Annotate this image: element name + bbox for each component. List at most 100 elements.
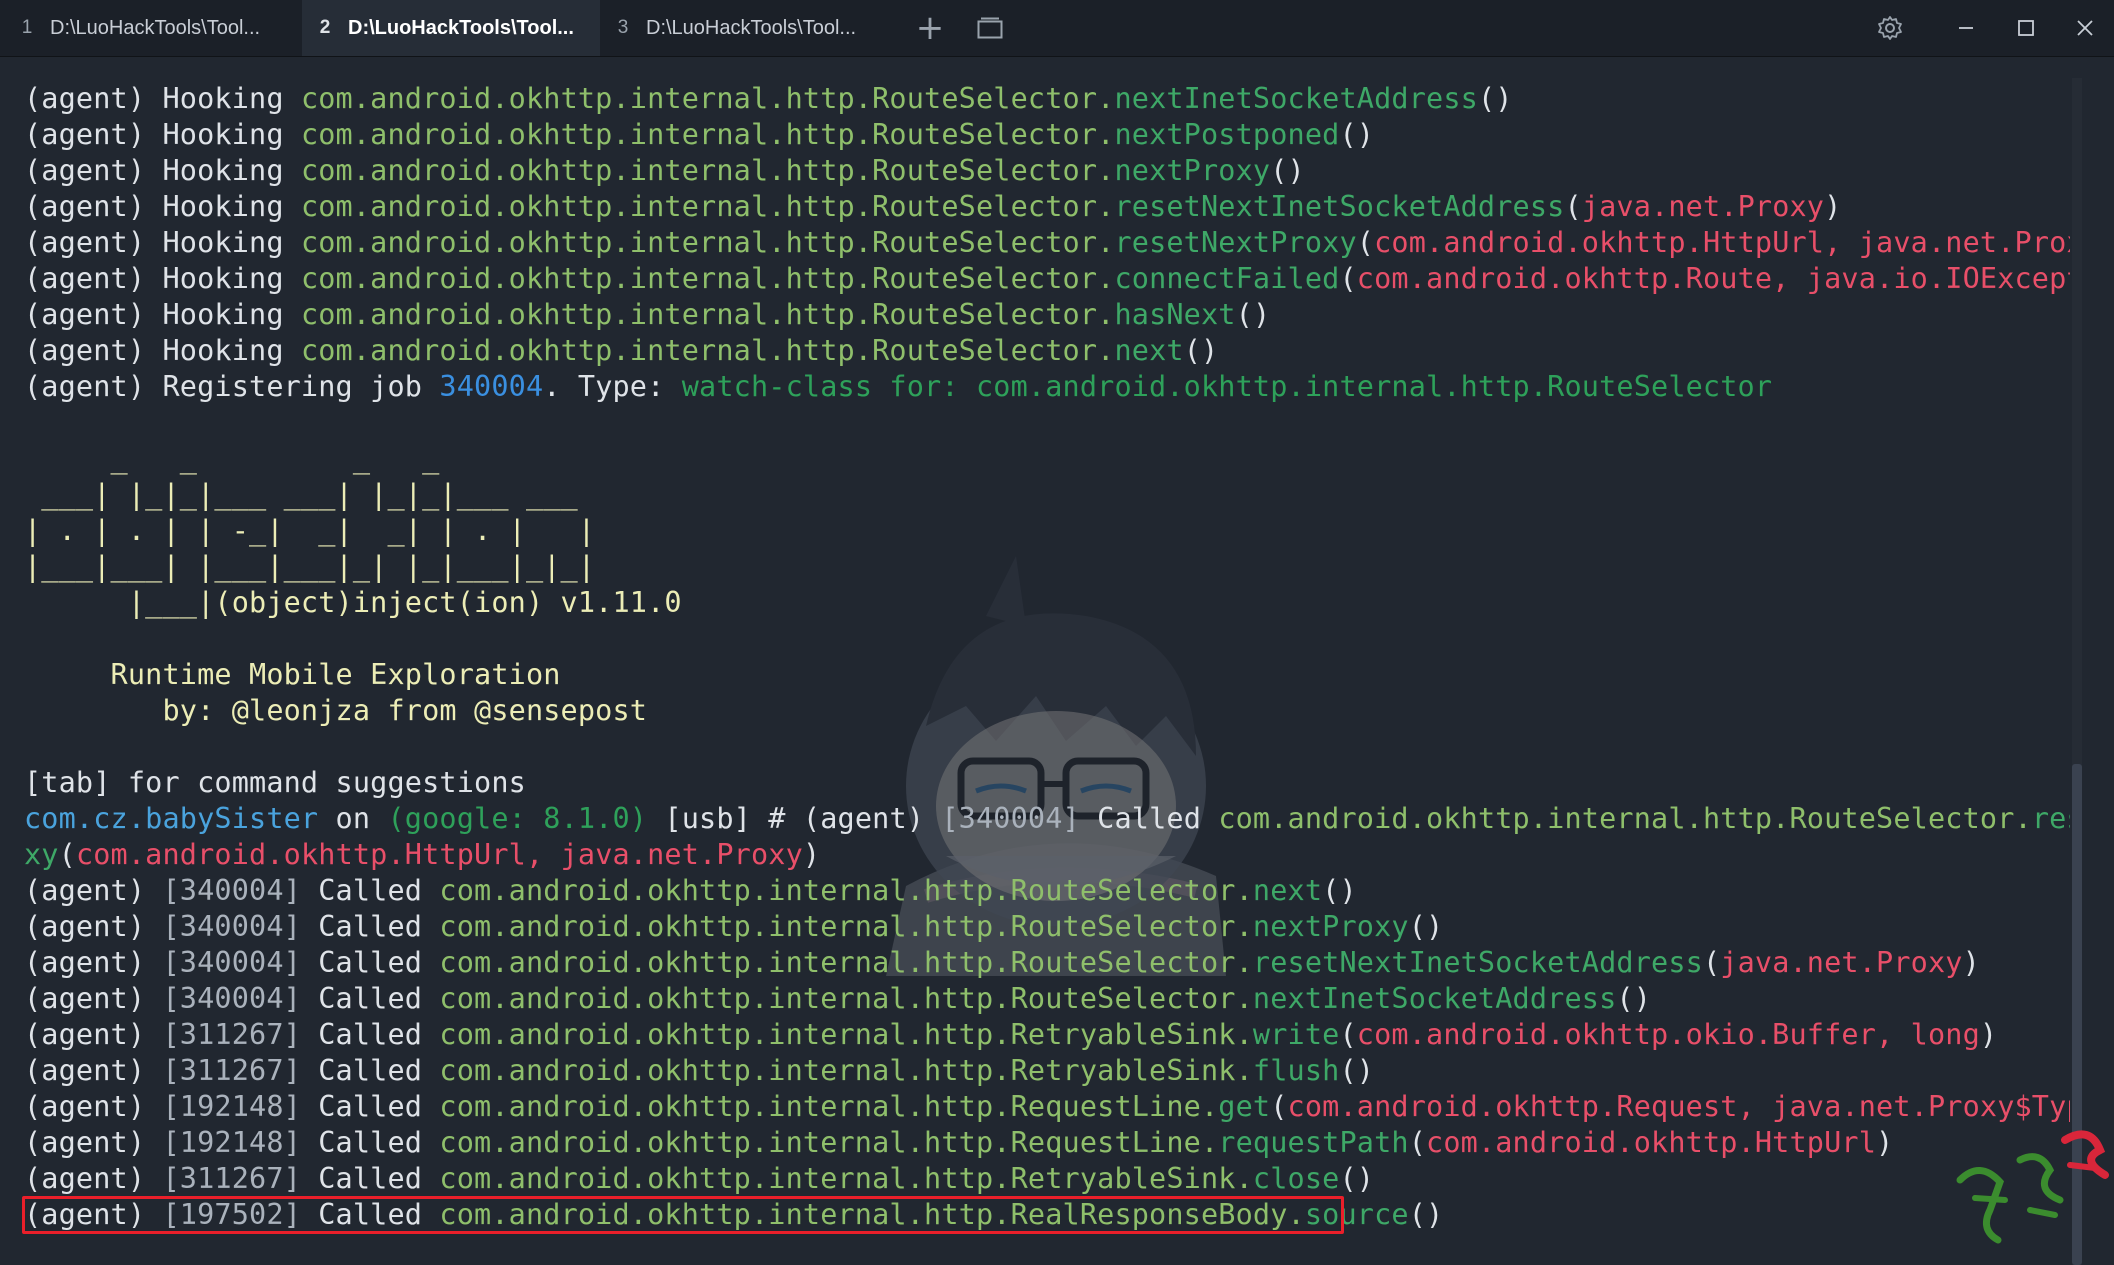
class-name: RetryableSink. (1010, 1054, 1253, 1087)
package-name: com.android.okhttp.internal.http. (300, 190, 873, 223)
agent-prefix: (agent) (24, 1090, 163, 1123)
hook-line: (agent) Hooking com.android.okhttp.inter… (24, 298, 1271, 331)
class-name: com.android.okhttp.internal.http.RouteSe… (1218, 802, 2032, 835)
maximize-button[interactable] (1996, 0, 2056, 56)
banner-tagline: Runtime Mobile Exploration (24, 658, 561, 691)
class-name: RouteSelector. (872, 154, 1115, 187)
agent-prefix: (agent) (24, 946, 163, 979)
prompt-line: com.cz.babySister on (google: 8.1.0) [us… (24, 801, 2070, 837)
terminal-output[interactable]: (agent) Hooking com.android.okhttp.inter… (0, 56, 2070, 1265)
package-name: com.android.okhttp.internal.http. (300, 262, 873, 295)
job-id: [311267] (162, 1018, 301, 1051)
minimize-button[interactable] (1936, 0, 1996, 56)
agent-prefix: (agent) Hooking (24, 118, 301, 151)
called-label: Called (300, 1054, 440, 1087)
prompt-usb: [usb] # (647, 802, 803, 835)
close-button[interactable] (2056, 0, 2114, 56)
new-tab-button[interactable]: + (900, 0, 960, 56)
agent-prefix: (agent) (802, 802, 942, 835)
called-label: Called (300, 874, 440, 907)
job-id: [340004] (162, 982, 301, 1015)
class-name: RequestLine. (1010, 1090, 1219, 1123)
package-name: com.android.okhttp.internal.http. (300, 226, 873, 259)
called-label: Called (300, 946, 440, 979)
hook-line: (agent) Hooking com.android.okhttp.inter… (24, 334, 1219, 367)
package-name: com.android.okhttp.internal.http. (439, 1018, 1011, 1051)
tab-title: D:\LuoHackTools\Tool... (50, 16, 261, 39)
hint-line: [tab] for command suggestions (24, 766, 526, 799)
tabs-overview-icon (977, 17, 1003, 39)
agent-prefix: (agent) Hooking (24, 334, 301, 367)
method-args: com.android.okhttp.HttpUrl (1426, 1126, 1877, 1159)
maximize-icon (2018, 20, 2034, 36)
package-name: com.android.okhttp.internal.http. (439, 1126, 1011, 1159)
method-name: nextPostponed (1114, 118, 1340, 151)
hook-line: (agent) Hooking com.android.okhttp.inter… (24, 118, 1375, 151)
class-name: RouteSelector. (1010, 946, 1253, 979)
app-package: com.cz.babySister (24, 802, 319, 835)
register-line: (agent) Registering job 340004. Type: wa… (24, 369, 2070, 405)
class-name: RouteSelector. (872, 190, 1115, 223)
package-name: com.android.okhttp.internal.http. (439, 1090, 1011, 1123)
called-label: Called (300, 1090, 440, 1123)
method-name: resetNextProxy (1114, 226, 1357, 259)
agent-prefix: (agent) (24, 982, 163, 1015)
register-prefix: (agent) Registering job (24, 370, 440, 403)
called-label: Called (300, 1162, 440, 1195)
method-name: resetNextInetSocketAddress (1114, 190, 1565, 223)
called-label: Called (300, 982, 440, 1015)
called-line: (agent) [311267] Called com.android.okht… (24, 1162, 1375, 1195)
settings-button[interactable] (1860, 0, 1920, 56)
gear-icon (1878, 16, 1902, 40)
method-name: nextInetSocketAddress (1114, 82, 1478, 115)
called-label: Called (300, 910, 440, 943)
method-args: com.android.okhttp.HttpUrl, java.net.Pro… (1374, 226, 2070, 259)
job-type: watch-class for: com.android.okhttp.inte… (681, 370, 1773, 403)
class-name: RetryableSink. (1010, 1018, 1253, 1051)
called-line: (agent) [311267] Called com.android.okht… (24, 1054, 1375, 1087)
method-name: nextProxy (1252, 910, 1409, 943)
method-name: flush (1252, 1054, 1340, 1087)
package-name: com.android.okhttp.internal.http. (439, 1162, 1011, 1195)
package-name: com.android.okhttp.internal.http. (439, 874, 1011, 907)
hook-line: (agent) Hooking com.android.okhttp.inter… (24, 154, 1305, 187)
tab-1[interactable]: 1 D:\LuoHackTools\Tool... (4, 0, 302, 56)
method-args: java.net.Proxy (1581, 190, 1825, 223)
agent-prefix: (agent) (24, 1162, 163, 1195)
job-id: [340004] (162, 874, 301, 907)
class-name: RouteSelector. (1010, 910, 1253, 943)
tab-3[interactable]: 3 D:\LuoHackTools\Tool... (600, 0, 898, 56)
agent-prefix: (agent) (24, 1126, 163, 1159)
method-args: com.android.okhttp.okio.Buffer, long (1356, 1018, 1980, 1051)
method-args: com.android.okhttp.Route, java.io.IOExce… (1356, 262, 2070, 295)
prompt-on: on (318, 802, 388, 835)
banner-line: | . | . | | -_| _| _| | . | | (24, 514, 596, 547)
method-name: next (1252, 874, 1323, 907)
method-name: resetNextPro (2031, 802, 2070, 835)
package-name: com.android.okhttp.internal.http. (300, 118, 873, 151)
agent-prefix: (agent) Hooking (24, 154, 301, 187)
method-name: requestPath (1218, 1126, 1409, 1159)
device-info: (google: 8.1.0) (387, 802, 648, 835)
tab-2[interactable]: 2 D:\LuoHackTools\Tool... (302, 0, 600, 56)
tab-number: 3 (617, 17, 629, 38)
tab-overview-button[interactable] (960, 0, 1020, 56)
package-name: com.android.okhttp.internal.http. (439, 910, 1011, 943)
method-args: com.android.okhttp.Request, java.net.Pro… (1287, 1090, 2070, 1123)
package-name: com.android.okhttp.internal.http. (300, 154, 873, 187)
job-id: [192148] (162, 1090, 301, 1123)
agent-prefix: (agent) (24, 874, 163, 907)
hook-line: (agent) Hooking com.android.okhttp.inter… (24, 225, 2070, 261)
banner-line: ___| |_|_|___ ___| |_|_|___ ___ (24, 478, 578, 511)
method-name: xy (24, 838, 59, 871)
package-name: com.android.okhttp.internal.http. (300, 334, 873, 367)
agent-prefix: (agent) Hooking (24, 82, 301, 115)
banner-line: |___|___| |___|___|_| |_|___|_|_| (24, 550, 596, 583)
method-name: nextProxy (1114, 154, 1271, 187)
job-id: [340004] (162, 910, 301, 943)
called-label: Called (300, 1018, 440, 1051)
called-line: (agent) [340004] Called com.android.okht… (24, 910, 1444, 943)
terminal-window: 1 D:\LuoHackTools\Tool... 2 D:\LuoHackTo… (0, 0, 2114, 1265)
tab-number: 2 (319, 17, 331, 38)
